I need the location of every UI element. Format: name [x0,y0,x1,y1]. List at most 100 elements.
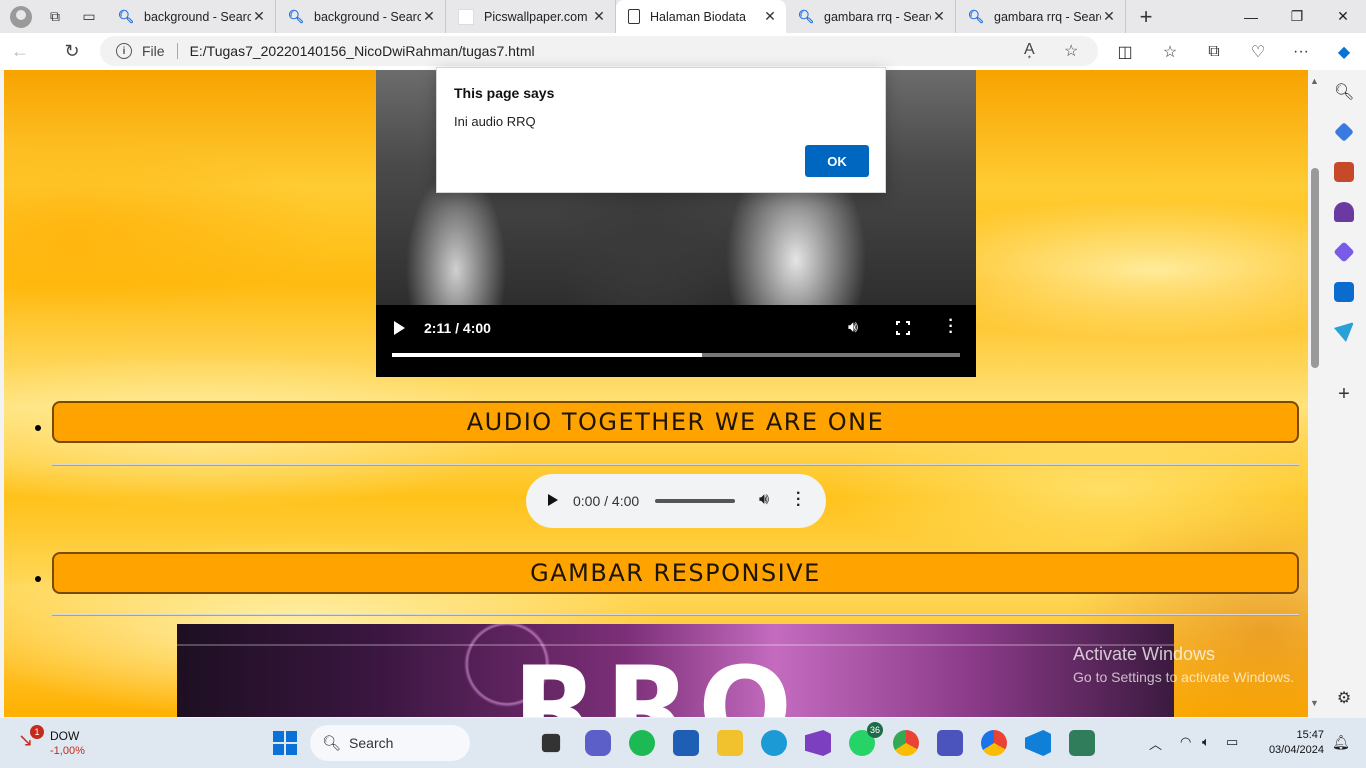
close-tab-icon[interactable]: ✕ [421,8,437,25]
back-button[interactable]: ← [0,33,40,70]
taskbar-search[interactable]: 🔍︎ Search [310,725,470,761]
address-field[interactable]: i File E:/Tugas7_20220140156_NicoDwiRahm… [100,36,1098,66]
horizontal-rule [52,464,1299,466]
more-options-icon[interactable]: · · · [948,313,954,341]
sidebar-settings-gear-icon[interactable]: ⚙ [1334,688,1354,708]
edge-browser-icon[interactable] [761,730,787,756]
workspaces-icon[interactable]: ⧉ [38,0,72,33]
fullscreen-icon[interactable] [896,321,910,335]
widget-badge: 1 [30,725,44,739]
spotify-icon[interactable] [629,730,655,756]
new-tab-button[interactable]: + [1126,0,1166,33]
favorite-star-icon[interactable]: ☆ [1064,41,1078,61]
tab-gambara-rrq-1[interactable]: 🔍︎ gambara rrq - Searc ✕ [786,0,956,33]
audio-time: 0:00 / 4:00 [573,493,640,509]
stock-change: -1,00% [50,745,85,757]
start-button[interactable] [273,731,297,755]
play-icon[interactable] [394,321,405,335]
browser-essentials-icon[interactable]: ♡ [1238,33,1278,70]
tab-halaman-biodata[interactable]: Halaman Biodata ✕ [616,0,786,33]
url-text[interactable]: E:/Tugas7_20220140156_NicoDwiRahman/tuga… [190,43,535,59]
notification-bell-icon[interactable]: 🔔︎ [1332,734,1350,751]
rrq-logo: RRQ [513,643,800,717]
teams-icon[interactable] [937,730,963,756]
file-explorer-icon[interactable] [717,730,743,756]
profile-avatar[interactable] [10,5,32,28]
search-icon: 🔍︎ [287,8,305,24]
tab-gambara-rrq-2[interactable]: 🔍︎ gambara rrq - Searc ✕ [956,0,1126,33]
battery-icon[interactable]: ▭ [1226,734,1238,750]
minimize-button[interactable]: — [1228,0,1274,33]
scroll-up-arrow[interactable]: ▲ [1310,76,1319,86]
search-icon[interactable]: 🔍︎ [1334,82,1354,102]
close-tab-icon[interactable]: ✕ [762,8,778,25]
close-tab-icon[interactable]: ✕ [931,8,947,25]
close-tab-icon[interactable]: ✕ [591,8,607,25]
rrq-banner-image: RRQ [177,624,1174,717]
speaker-icon[interactable]: 🔈︎ [1202,734,1210,750]
microsoft-store-icon[interactable] [673,730,699,756]
read-aloud-icon[interactable]: A͙ [1024,41,1035,59]
drop-send-icon[interactable] [1334,322,1354,342]
copilot-icon[interactable]: ◆ [1324,33,1364,70]
tools-briefcase-icon[interactable] [1334,162,1354,182]
show-hidden-icons-chevron-icon[interactable]: ︿ [1149,734,1162,753]
favorites-icon[interactable]: ☆ [1150,33,1190,70]
section-heading-gambar: GAMBAR RESPONSIVE [52,552,1299,594]
list-bullet [35,576,41,582]
vertical-scrollbar[interactable]: ▲ ▼ [1308,70,1322,717]
edge-sidebar: 🔍︎ + ⚙ [1322,70,1366,717]
outlook-icon[interactable] [1334,282,1354,302]
audio-seek-bar[interactable] [655,499,735,503]
volume-icon[interactable]: 🔊︎ [848,319,858,337]
audio-player[interactable]: 0:00 / 4:00 🔊︎ · · · [526,474,826,528]
clock[interactable]: 15:47 03/04/2024 [1258,728,1324,758]
visual-studio-icon[interactable] [805,730,831,756]
microsoft365-icon[interactable] [1333,241,1355,263]
notification-badge: 36 [866,722,883,738]
scroll-down-arrow[interactable]: ▼ [1310,698,1319,708]
list-bullet [35,425,41,431]
wifi-icon[interactable]: ◠ [1180,734,1191,750]
ok-button[interactable]: OK [805,145,869,177]
settings-more-icon[interactable]: ··· [1281,33,1321,70]
vscode-icon[interactable] [1025,730,1051,756]
tab-background-2[interactable]: 🔍︎ background - Searc ✕ [276,0,446,33]
video-progress-fill [392,353,703,357]
split-screen-icon[interactable]: ◫ [1105,33,1145,70]
chrome-icon[interactable] [893,730,919,756]
stock-widget[interactable]: ↘ 1 DOW -1,00% [18,725,98,762]
info-icon[interactable]: i [116,43,132,59]
games-icon[interactable] [1334,202,1354,222]
whatsapp-icon[interactable]: 36 [849,722,883,756]
scrollbar-thumb[interactable] [1311,168,1319,368]
network-app-icon[interactable] [1069,730,1095,756]
volume-icon[interactable]: 🔊︎ [759,491,769,509]
video-time: 2:11 / 4:00 [424,320,491,336]
page-icon [628,9,640,24]
teams-chat-icon[interactable] [585,730,611,756]
close-window-button[interactable]: ✕ [1320,0,1366,33]
shopping-tag-icon[interactable] [1334,122,1354,142]
add-sidebar-app-icon[interactable]: + [1334,384,1354,404]
tab-title: background - Searc [314,9,421,24]
refresh-button[interactable]: ↻ [52,33,92,70]
collections-icon[interactable]: ⧉ [1194,33,1234,70]
search-placeholder: Search [349,735,394,751]
tab-background-1[interactable]: 🔍︎ background - Searc ✕ [106,0,276,33]
close-tab-icon[interactable]: ✕ [1101,8,1117,25]
restore-button[interactable]: ❐ [1274,0,1320,33]
play-icon[interactable] [548,494,558,506]
more-options-icon[interactable]: · · · [796,486,801,514]
video-seek-bar[interactable] [392,353,960,357]
close-tab-icon[interactable]: ✕ [251,8,267,25]
chrome-profile-icon[interactable] [981,730,1007,756]
clock-time: 15:47 [1296,729,1324,741]
divider [176,43,178,59]
tab-picswallpaper[interactable]: Picswallpaper.com ✕ [446,0,616,33]
tab-title: gambara rrq - Searc [824,9,931,24]
search-icon: 🔍︎ [117,8,135,24]
task-view-icon[interactable] [541,733,561,753]
blank-page-icon [458,8,474,25]
tab-actions-icon[interactable]: ▭ [72,0,106,33]
